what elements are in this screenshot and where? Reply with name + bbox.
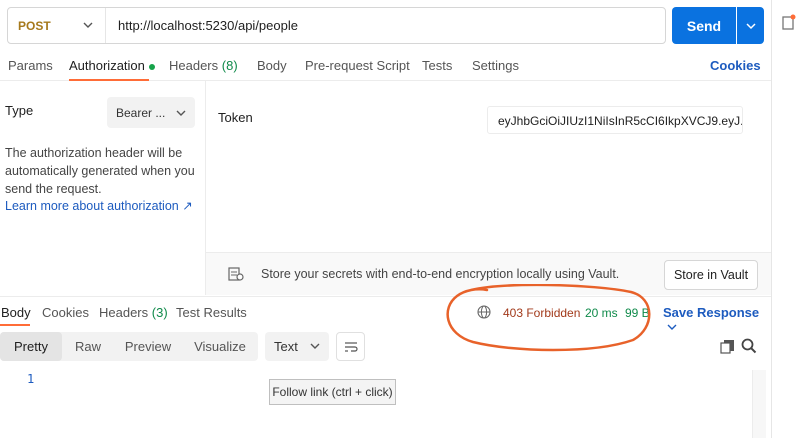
tab-tests[interactable]: Tests bbox=[422, 58, 452, 73]
view-raw-button[interactable]: Raw bbox=[62, 332, 114, 361]
response-tab-body[interactable]: Body bbox=[1, 305, 31, 320]
url-input[interactable]: http://localhost:5230/api/people bbox=[106, 18, 298, 33]
annotation-circle bbox=[446, 284, 651, 352]
format-select[interactable]: Text bbox=[265, 332, 329, 361]
save-response-button[interactable]: Save Response bbox=[663, 305, 771, 335]
tab-settings[interactable]: Settings bbox=[472, 58, 519, 73]
chevron-down-icon bbox=[745, 22, 756, 29]
auth-type-select[interactable]: Bearer ... bbox=[107, 97, 195, 128]
auth-type-panel: Type Bearer ... The authorization header… bbox=[0, 81, 206, 295]
store-in-vault-button[interactable]: Store in Vault bbox=[664, 260, 758, 290]
send-button[interactable]: Send bbox=[672, 7, 736, 44]
response-tab-test-results[interactable]: Test Results bbox=[176, 305, 247, 320]
vault-message: Store your secrets with end-to-end encry… bbox=[261, 267, 620, 281]
response-tabs: Body Cookies Headers (3) Test Results 40… bbox=[0, 296, 771, 330]
copy-icon[interactable] bbox=[720, 339, 735, 354]
scrollbar[interactable] bbox=[752, 370, 766, 438]
chevron-down-icon bbox=[83, 22, 93, 28]
response-tab-headers[interactable]: Headers (3) bbox=[99, 305, 168, 320]
line-number: 1 bbox=[27, 372, 35, 386]
format-value: Text bbox=[274, 339, 298, 354]
send-dropdown-button[interactable] bbox=[737, 7, 764, 44]
response-tab-cookies[interactable]: Cookies bbox=[42, 305, 89, 320]
learn-more-link[interactable]: Learn more about authorization ↗ bbox=[5, 198, 193, 213]
view-mode-group: Pretty Raw Preview Visualize bbox=[0, 332, 258, 361]
chevron-down-icon bbox=[176, 110, 186, 116]
cookies-link[interactable]: Cookies bbox=[710, 58, 761, 73]
url-bar: POST http://localhost:5230/api/people bbox=[7, 7, 666, 44]
method-label: POST bbox=[18, 18, 51, 33]
search-icon[interactable] bbox=[741, 338, 757, 354]
wrap-lines-button[interactable] bbox=[336, 332, 365, 361]
tab-pre-request-script[interactable]: Pre-request Script bbox=[305, 58, 410, 73]
tab-body[interactable]: Body bbox=[257, 58, 287, 73]
follow-link-tooltip: Follow link (ctrl + click) bbox=[269, 379, 396, 405]
token-input[interactable]: eyJhbGciOiJIUzI1NiIsInR5cCI6IkpXVCJ9.eyJ… bbox=[487, 106, 743, 134]
view-visualize-button[interactable]: Visualize bbox=[182, 332, 258, 361]
tab-headers[interactable]: Headers (8) bbox=[169, 58, 238, 73]
active-indicator-dot bbox=[148, 63, 155, 70]
tab-params[interactable]: Params bbox=[8, 58, 53, 73]
info-panel-icon[interactable] bbox=[782, 14, 796, 30]
auth-description: The authorization header will be automat… bbox=[5, 146, 195, 196]
vault-icon bbox=[228, 267, 244, 281]
token-label: Token bbox=[218, 110, 253, 125]
view-pretty-button[interactable]: Pretty bbox=[0, 332, 62, 361]
auth-type-value: Bearer ... bbox=[116, 106, 166, 120]
request-tabs: Params Authorization Headers (8) Body Pr… bbox=[0, 50, 771, 81]
tab-authorization[interactable]: Authorization bbox=[69, 58, 155, 73]
chevron-down-icon bbox=[667, 324, 677, 330]
method-select[interactable]: POST bbox=[8, 8, 106, 43]
chevron-down-icon bbox=[310, 343, 320, 349]
type-label: Type bbox=[5, 103, 34, 118]
wrap-lines-icon bbox=[344, 341, 358, 352]
active-tab-underline bbox=[0, 324, 30, 326]
right-sidebar-divider bbox=[771, 0, 772, 438]
view-preview-button[interactable]: Preview bbox=[114, 332, 182, 361]
